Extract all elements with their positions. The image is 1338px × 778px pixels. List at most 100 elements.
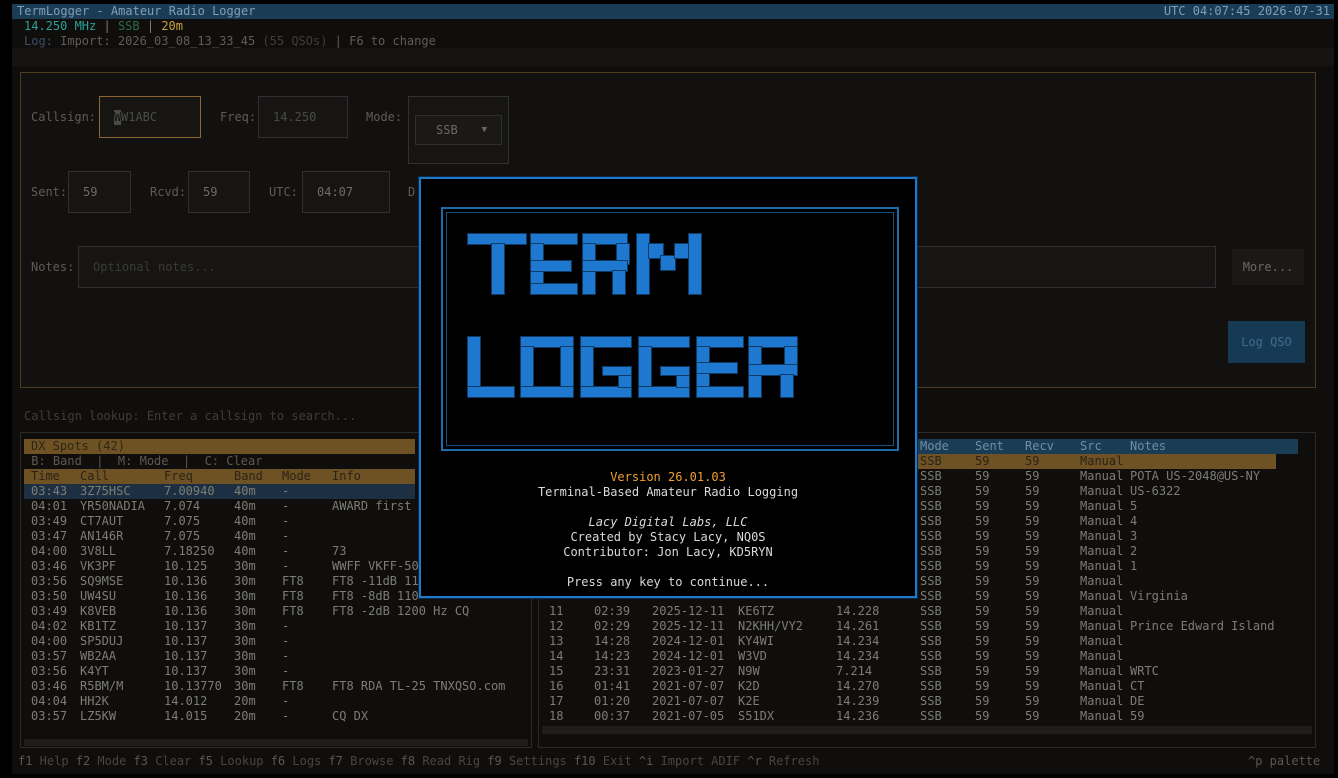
qso-row[interactable]: 16 01:41 2021-07-07 K2D 14.270 SSB 59 59 Manual C… bbox=[542, 679, 1302, 694]
spots-col-header: Freq bbox=[164, 469, 193, 483]
qso-cell: 59 bbox=[1025, 709, 1040, 723]
spot-row[interactable]: 03:49 CT7AUT 7.075 40m - bbox=[24, 514, 415, 529]
qso-cell: SSB bbox=[920, 634, 942, 648]
logo-block bbox=[603, 367, 631, 375]
spot-cell: 30m bbox=[234, 559, 256, 573]
spot-row[interactable]: 03:49 K8VEB 10.136 30m FT8 FT8 -2dB 1200 Hz C… bbox=[24, 604, 469, 619]
fkey-f9[interactable]: f9 Settings bbox=[487, 754, 566, 769]
spot-row[interactable]: 03:57 LZ5KW 14.015 20m - CQ DX bbox=[24, 709, 415, 724]
qso-row[interactable]: SSB 59 59 Manual Virginia bbox=[918, 589, 1276, 604]
qso-row[interactable]: 17 01:20 2021-07-07 K2E 14.239 SSB 59 59 Manual D… bbox=[542, 694, 1302, 709]
fkey-f5[interactable]: f5 Lookup bbox=[199, 754, 264, 769]
logo-block bbox=[781, 375, 793, 397]
status-sep: | bbox=[96, 19, 118, 33]
spot-row[interactable]: 03:57 WB2AA 10.137 30m - bbox=[24, 649, 415, 664]
logo-block bbox=[675, 244, 689, 258]
qso-cell: 59 bbox=[1025, 514, 1040, 528]
qso-row[interactable]: 15 23:31 2023-01-27 N9W 7.214 SSB 59 59 Manual WR… bbox=[542, 664, 1302, 679]
spot-row[interactable]: 03:47 AN146R 7.075 40m - bbox=[24, 529, 415, 544]
fkey-f7[interactable]: f7 Browse bbox=[328, 754, 393, 769]
qso-cell: 2021-07-07 bbox=[652, 679, 725, 693]
logo-block bbox=[749, 337, 797, 347]
fkey-f3[interactable]: f3 Clear bbox=[134, 754, 192, 769]
more-label: More... bbox=[1242, 259, 1294, 274]
qso-row[interactable]: SSB 59 59 Manual 4 bbox=[918, 514, 1276, 529]
qso-row[interactable]: 12 02:29 2025-12-11 N2KHH/VY2 14.261 SSB 59 59 M… bbox=[542, 619, 1302, 634]
fkey-f10[interactable]: f10 Exit bbox=[574, 754, 632, 769]
qso-cell: SSB bbox=[920, 559, 942, 573]
spot-cell: FT8 -11dB 11 bbox=[332, 574, 419, 588]
spots-scrollbar[interactable] bbox=[24, 739, 528, 746]
log-qso-button[interactable]: Log QSO bbox=[1228, 321, 1305, 363]
spot-cell: LZ5KW bbox=[80, 709, 117, 723]
splash-contributor: Contributor: Jon Lacy, KD5RYN bbox=[563, 545, 773, 559]
qso-cell: SSB bbox=[920, 649, 942, 663]
freq-value: 14.250 bbox=[273, 109, 317, 124]
logo-block bbox=[521, 337, 573, 347]
spot-row[interactable]: 03:50 UW4SU 10.136 30m FT8 FT8 -8dB 110 bbox=[24, 589, 419, 604]
spot-row[interactable]: 04:00 SP5DUJ 10.137 30m - bbox=[24, 634, 415, 649]
spot-row[interactable]: 04:00 3V8LL 7.18250 40m - 73 bbox=[24, 544, 415, 559]
logo-block bbox=[581, 387, 631, 397]
fkey-f2[interactable]: f2 Mode bbox=[76, 754, 127, 769]
qso-cell: SSB bbox=[920, 604, 942, 618]
spot-cell: SP5DUJ bbox=[80, 634, 124, 648]
spot-row[interactable]: 03:43 3Z75HSC 7.00940 40m - bbox=[24, 484, 415, 499]
spot-row[interactable]: 03:56 SQ9MSE 10.136 30m FT8 FT8 -11dB 11 bbox=[24, 574, 419, 589]
utc-input[interactable]: 04:07 bbox=[302, 171, 390, 213]
splash-dialog[interactable]: Version 26.01.03 Terminal-Based Amateur … bbox=[419, 177, 917, 598]
spot-row[interactable]: 04:02 KB1TZ 10.137 30m - bbox=[24, 619, 415, 634]
logo-block bbox=[531, 234, 577, 244]
callsign-lookup[interactable]: Callsign lookup: Enter a callsign to sea… bbox=[24, 409, 356, 424]
qso-row[interactable]: SSB 59 59 Manual bbox=[918, 454, 1276, 469]
mode-select[interactable]: SSB ▼ bbox=[408, 96, 509, 164]
freq-input[interactable]: 14.250 bbox=[258, 96, 348, 138]
command-palette-hint[interactable]: ^p palette bbox=[1248, 754, 1320, 769]
qso-cell: N9W bbox=[738, 664, 760, 678]
spot-row[interactable]: 04:01 YR50NADIA 7.074 40m - AWARD first bbox=[24, 499, 415, 514]
spot-cell: 40m bbox=[234, 514, 256, 528]
qso-row[interactable]: 14 14:23 2024-12-01 W3VD 14.234 SSB 59 59 Manual bbox=[542, 649, 1302, 664]
fkey-label: Mode bbox=[90, 754, 127, 768]
fkey-f6[interactable]: f6 Logs bbox=[271, 754, 322, 769]
chevron-down-icon: ▼ bbox=[481, 124, 487, 135]
window-title: TermLogger - Amateur Radio Logger bbox=[17, 4, 256, 18]
fkey-label: Logs bbox=[285, 754, 322, 768]
qso-row[interactable]: SSB 59 59 Manual 2 bbox=[918, 544, 1276, 559]
fkey-ctrl-i[interactable]: ^i Import ADIF bbox=[639, 754, 740, 769]
logo-block bbox=[468, 387, 514, 397]
qso-cell: 14.234 bbox=[836, 634, 880, 648]
spot-cell: 40m bbox=[234, 529, 256, 543]
qso-row[interactable]: SSB 59 59 Manual POTA US-2048@US-NY bbox=[918, 469, 1276, 484]
rst-sent-input[interactable]: 59 bbox=[68, 171, 131, 213]
qso-row[interactable]: SSB 59 59 Manual bbox=[918, 574, 1276, 589]
qso-row[interactable]: SSB 59 59 Manual 1 bbox=[918, 559, 1276, 574]
fkey-f1[interactable]: f1 Help bbox=[18, 754, 69, 769]
qso-row[interactable]: SSB 59 59 Manual 3 bbox=[918, 529, 1276, 544]
callsign-label: Callsign: bbox=[31, 110, 97, 124]
qso-row[interactable]: 13 14:28 2024-12-01 KY4WI 14.234 SSB 59 59 Manua… bbox=[542, 634, 1302, 649]
qso-cell: 2021-07-05 bbox=[652, 709, 725, 723]
qso-row[interactable]: SSB 59 59 Manual US-6322 bbox=[918, 484, 1276, 499]
log-label: Log: bbox=[24, 34, 53, 48]
qso-row[interactable]: SSB 59 59 Manual 5 bbox=[918, 499, 1276, 514]
qso-cell: 4 bbox=[1130, 514, 1138, 528]
logo-block bbox=[531, 261, 571, 271]
fkey-f8[interactable]: f8 Read Rig bbox=[401, 754, 480, 769]
more-button[interactable]: More... bbox=[1232, 249, 1304, 285]
fkey-ctrl-r[interactable]: ^r Refresh bbox=[747, 754, 819, 769]
spot-row[interactable]: 03:46 VK3PF 10.125 30m - WWFF VKFF-50 bbox=[24, 559, 419, 574]
qso-row[interactable]: 18 00:37 2021-07-05 S51DX 14.236 SSB 59 59 Manua… bbox=[542, 709, 1302, 724]
qso-scrollbar[interactable] bbox=[542, 726, 1312, 734]
rst-rcvd-input[interactable]: 59 bbox=[188, 171, 250, 213]
spots-col-header: Call bbox=[80, 469, 109, 483]
spot-row[interactable]: 03:56 K4YT 10.137 30m - bbox=[24, 664, 415, 679]
qso-cell: US-6322 bbox=[1130, 484, 1181, 498]
qso-row[interactable]: 11 02:39 2025-12-11 KE6TZ 14.228 SSB 59 59 Manua… bbox=[542, 604, 1302, 619]
dx-spots-header: Time Call Freq Band Mode Info bbox=[24, 469, 415, 484]
logo-block bbox=[661, 367, 689, 375]
callsign-input[interactable]: W W1ABC bbox=[99, 96, 201, 138]
qso-cell: Manual bbox=[1080, 694, 1124, 708]
spot-row[interactable]: 03:46 R5BM/M 10.13770 30m FT8 FT8 RDA TL-25 T… bbox=[24, 679, 505, 694]
spot-row[interactable]: 04:04 HH2K 14.012 20m - bbox=[24, 694, 415, 709]
